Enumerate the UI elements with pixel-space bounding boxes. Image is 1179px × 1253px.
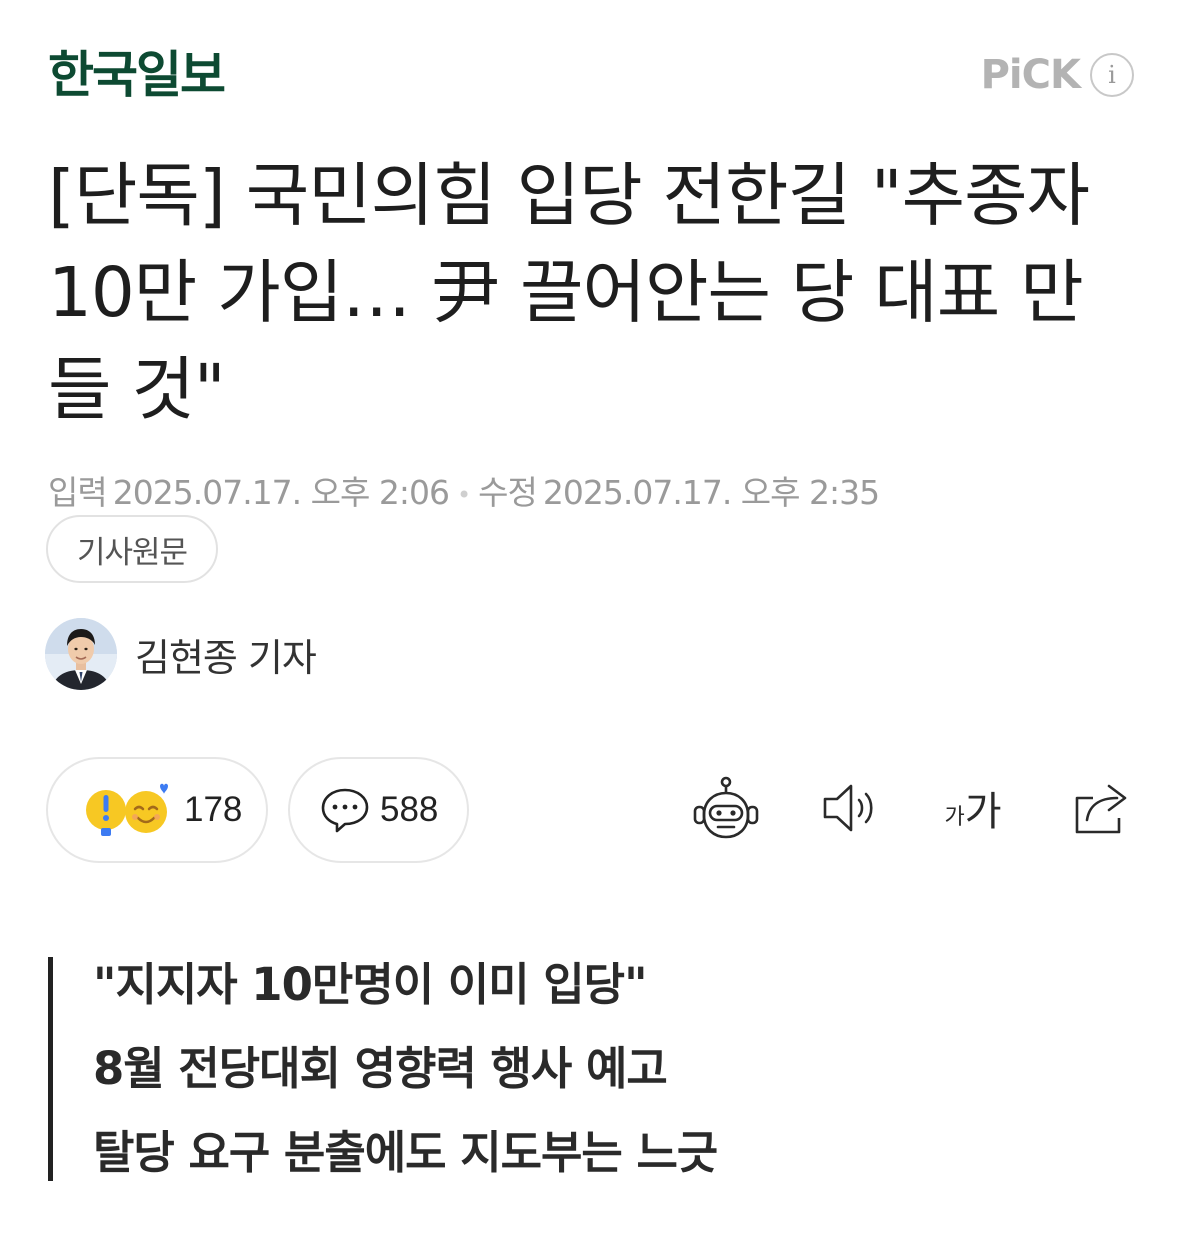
article-headline: [단독] 국민의힘 입당 전한길 "추종자 10만 가입… 尹 끌어안는 당 대… — [48, 156, 1090, 430]
comment-button[interactable]: 588 — [288, 757, 469, 863]
modified-date: 2025.07.17. 오후 2:35 — [542, 473, 880, 512]
comment-count: 588 — [380, 790, 439, 829]
summary-line: 8월 전당대회 영향력 행사 예고 — [93, 1042, 668, 1095]
date-separator: • — [456, 480, 471, 509]
robot-summary-icon[interactable] — [690, 770, 762, 846]
speaker-icon[interactable] — [812, 770, 884, 846]
original-article-button[interactable]: 기사원문 — [46, 515, 218, 583]
published-label: 입력 — [48, 473, 108, 512]
article-summary: "지지자 10만명이 이미 입당" 8월 전당대회 영향력 행사 예고 탈당 요… — [48, 957, 948, 1181]
press-logo[interactable]: 한국일보 — [48, 40, 226, 110]
reaction-button[interactable]: 178 — [46, 757, 268, 863]
reporter-info[interactable]: 김현종 기자 — [45, 617, 317, 691]
share-icon[interactable] — [1064, 770, 1136, 846]
reaction-count: 178 — [184, 790, 243, 829]
font-size-icon[interactable]: 가 가 — [934, 770, 1012, 846]
published-date: 2025.07.17. 오후 2:06 — [112, 473, 450, 512]
modified-label: 수정 — [478, 473, 538, 512]
summary-line: 탈당 요구 분출에도 지도부는 느긋 — [93, 1126, 718, 1179]
summary-line: "지지자 10만명이 이미 입당" — [93, 958, 648, 1011]
font-size-large: 가 — [964, 789, 1002, 835]
pick-badge[interactable]: PiCK i — [981, 50, 1134, 100]
reaction-emoji-icon — [86, 783, 168, 836]
pick-label: PiCK — [980, 52, 1081, 98]
reporter-avatar[interactable] — [45, 618, 117, 690]
font-size-small: 가 — [944, 805, 965, 830]
article-dates: 입력 2025.07.17. 오후 2:06 • 수정 2025.07.17. 오후 2… — [48, 466, 880, 514]
reporter-photo — [45, 618, 117, 690]
speech-bubble-icon — [321, 788, 369, 833]
article-header: 한국일보 PiCK i — [48, 40, 1134, 110]
info-icon[interactable]: i — [1090, 53, 1134, 97]
reporter-name[interactable]: 김현종 기자 — [135, 627, 317, 682]
